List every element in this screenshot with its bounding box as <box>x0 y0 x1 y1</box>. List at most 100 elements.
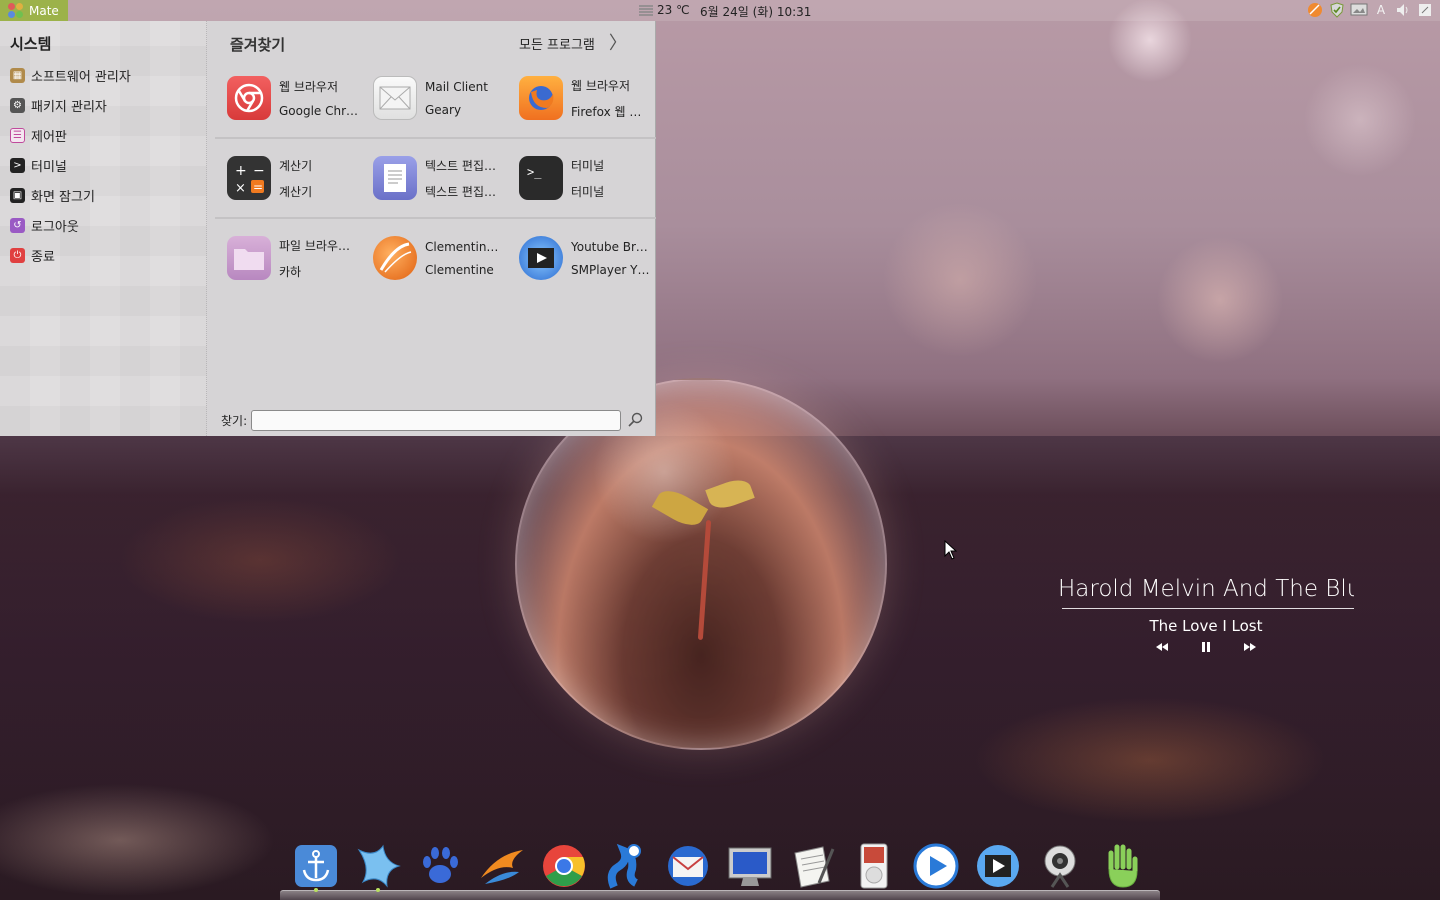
package-manager-icon: ⚙ <box>10 97 25 113</box>
app-youtube-browser[interactable]: Youtube Bro… SMPlayer Y… <box>507 219 653 297</box>
app-firefox[interactable]: 웹 브라우저 Firefox 웹 … <box>507 59 653 137</box>
mail-icon <box>373 76 417 120</box>
clementine-app-icon <box>373 236 417 280</box>
favorites-section: 즐겨찾기 모든 프로그램 〉 웹 브라우저 Google Chr… Mail C… <box>215 21 656 436</box>
app-file-browser[interactable]: 파일 브라우… 카하 <box>215 219 361 297</box>
firefox-icon <box>519 76 563 120</box>
dock-item-webcam[interactable] <box>1036 842 1084 890</box>
sys-item-software-manager[interactable]: ▦ 소프트웨어 관리자 <box>10 60 206 90</box>
dock-item-hand[interactable] <box>1098 842 1146 890</box>
app-desc: Google Chr… <box>279 104 359 118</box>
app-mail-client[interactable]: Mail Client Geary <box>361 59 507 137</box>
logout-icon: ↺ <box>10 217 25 233</box>
svg-text:−: − <box>253 163 265 179</box>
all-programs-label: 모든 프로그램 <box>519 38 595 53</box>
clementine-icon[interactable] <box>1306 1 1324 19</box>
anchor-icon <box>295 845 337 887</box>
display-icon[interactable] <box>1350 1 1368 19</box>
sys-item-logout[interactable]: ↺ 로그아웃 <box>10 210 206 240</box>
svg-text:>_: >_ <box>527 165 542 179</box>
control-panel-icon: ☰ <box>10 127 25 143</box>
menu-search-bar: 찾기: <box>215 407 656 433</box>
app-clementine[interactable]: Clementine … Clementine <box>361 219 507 297</box>
all-programs-button[interactable]: 모든 프로그램 〉 <box>519 34 627 53</box>
notepad-icon <box>794 846 835 888</box>
app-desc: Geary <box>425 102 462 117</box>
chevron-right-icon: 〉 <box>608 32 627 54</box>
pause-button[interactable] <box>1199 641 1213 653</box>
dock-item-anchor[interactable] <box>292 842 340 892</box>
window-list-icon[interactable] <box>1416 1 1434 19</box>
app-name: 텍스트 편집… <box>425 158 497 173</box>
keyboard-layout-icon[interactable]: A <box>1372 1 1390 19</box>
dock-item-thunderbird[interactable] <box>664 842 712 890</box>
system-section: 시스템 ▦ 소프트웨어 관리자 ⚙ 패키지 관리자 ☰ 제어판 > 터미널 ▣ … <box>0 21 207 436</box>
music-track-title: The Love I Lost <box>1149 617 1263 635</box>
app-name: 터미널 <box>571 158 605 173</box>
sys-item-label: 제어판 <box>31 129 67 145</box>
dock-item-paw[interactable] <box>416 842 464 890</box>
running-indicator <box>376 888 380 892</box>
app-name: Mail Client <box>425 79 488 94</box>
svg-text:+: + <box>235 163 247 179</box>
dock-item-chrome[interactable] <box>540 842 588 890</box>
search-icon <box>628 412 643 427</box>
swift-icon <box>481 850 523 884</box>
dock-item-swift[interactable] <box>478 842 526 890</box>
rewind-icon <box>1156 643 1168 651</box>
terminal-app-icon: >_ <box>519 156 563 200</box>
dock-item-gimp[interactable] <box>602 842 650 890</box>
previous-track-button[interactable] <box>1155 641 1169 653</box>
dock-item-smplayer[interactable] <box>974 842 1022 890</box>
music-divider <box>1062 608 1354 609</box>
app-desc: Firefox 웹 … <box>571 104 642 119</box>
app-terminal[interactable]: >_ 터미널 터미널 <box>507 139 653 217</box>
app-desc: SMPlayer Y… <box>571 262 650 277</box>
app-name: Clementine … <box>425 239 505 254</box>
media-player-icon <box>913 843 959 889</box>
svg-text:=: = <box>253 180 263 194</box>
webcam-icon <box>1044 845 1076 888</box>
dock-item-starfish[interactable] <box>354 842 402 892</box>
clock-applet[interactable]: 6월 24일 (화) 10:31 <box>700 3 811 20</box>
sys-item-label: 종료 <box>31 249 55 265</box>
dock-item-notepad[interactable] <box>788 842 836 890</box>
search-input[interactable] <box>251 409 622 431</box>
search-button[interactable] <box>625 409 647 431</box>
music-controls <box>1058 641 1354 653</box>
sys-item-lock-screen[interactable]: ▣ 화면 잠그기 <box>10 180 206 210</box>
application-menu: 시스템 ▦ 소프트웨어 관리자 ⚙ 패키지 관리자 ☰ 제어판 > 터미널 ▣ … <box>0 21 656 436</box>
mate-menu-button[interactable]: Mate <box>0 0 68 21</box>
sys-item-shutdown[interactable]: ⏻ 종료 <box>10 240 206 270</box>
app-desc: 터미널 <box>571 184 605 199</box>
volume-icon[interactable] <box>1394 1 1412 19</box>
shield-icon[interactable] <box>1328 1 1346 19</box>
lock-icon: ▣ <box>10 187 25 203</box>
next-track-button[interactable] <box>1243 641 1257 653</box>
app-name: 계산기 <box>279 158 313 173</box>
text-editor-icon <box>373 156 417 200</box>
app-desc: 계산기 <box>279 184 313 199</box>
dock-item-media-player[interactable] <box>912 842 960 890</box>
sys-item-control-panel[interactable]: ☰ 제어판 <box>10 120 206 150</box>
dock-item-ipod[interactable] <box>850 842 898 890</box>
sys-item-terminal[interactable]: > 터미널 <box>10 150 206 180</box>
app-desc: 카하 <box>279 264 302 279</box>
app-calculator[interactable]: + − × = 계산기 계산기 <box>215 139 361 217</box>
app-text-editor[interactable]: 텍스트 편집… 텍스트 편집… <box>361 139 507 217</box>
mate-logo-icon <box>8 2 24 19</box>
app-name: 파일 브라우… <box>279 238 351 253</box>
pause-icon <box>1202 642 1210 652</box>
mate-menu-label: Mate <box>29 3 59 18</box>
dock-shelf <box>280 890 1160 900</box>
favorites-row: + − × = 계산기 계산기 텍스트 편집… 텍스트 편집… >_ 터미널 터… <box>215 139 656 219</box>
dock-item-monitor[interactable] <box>726 842 774 890</box>
favorites-title: 즐겨찾기 <box>230 36 286 54</box>
sys-item-package-manager[interactable]: ⚙ 패키지 관리자 <box>10 90 206 120</box>
app-chrome[interactable]: 웹 브라우저 Google Chr… <box>215 59 361 137</box>
app-name: 웹 브라우저 <box>279 80 339 94</box>
music-artist: Harold Melvin And The Blue Notes <box>1058 576 1354 602</box>
smplayer-icon <box>519 236 563 280</box>
thunderbird-icon <box>668 846 708 886</box>
weather-applet[interactable]: 23 ℃ <box>638 3 690 17</box>
